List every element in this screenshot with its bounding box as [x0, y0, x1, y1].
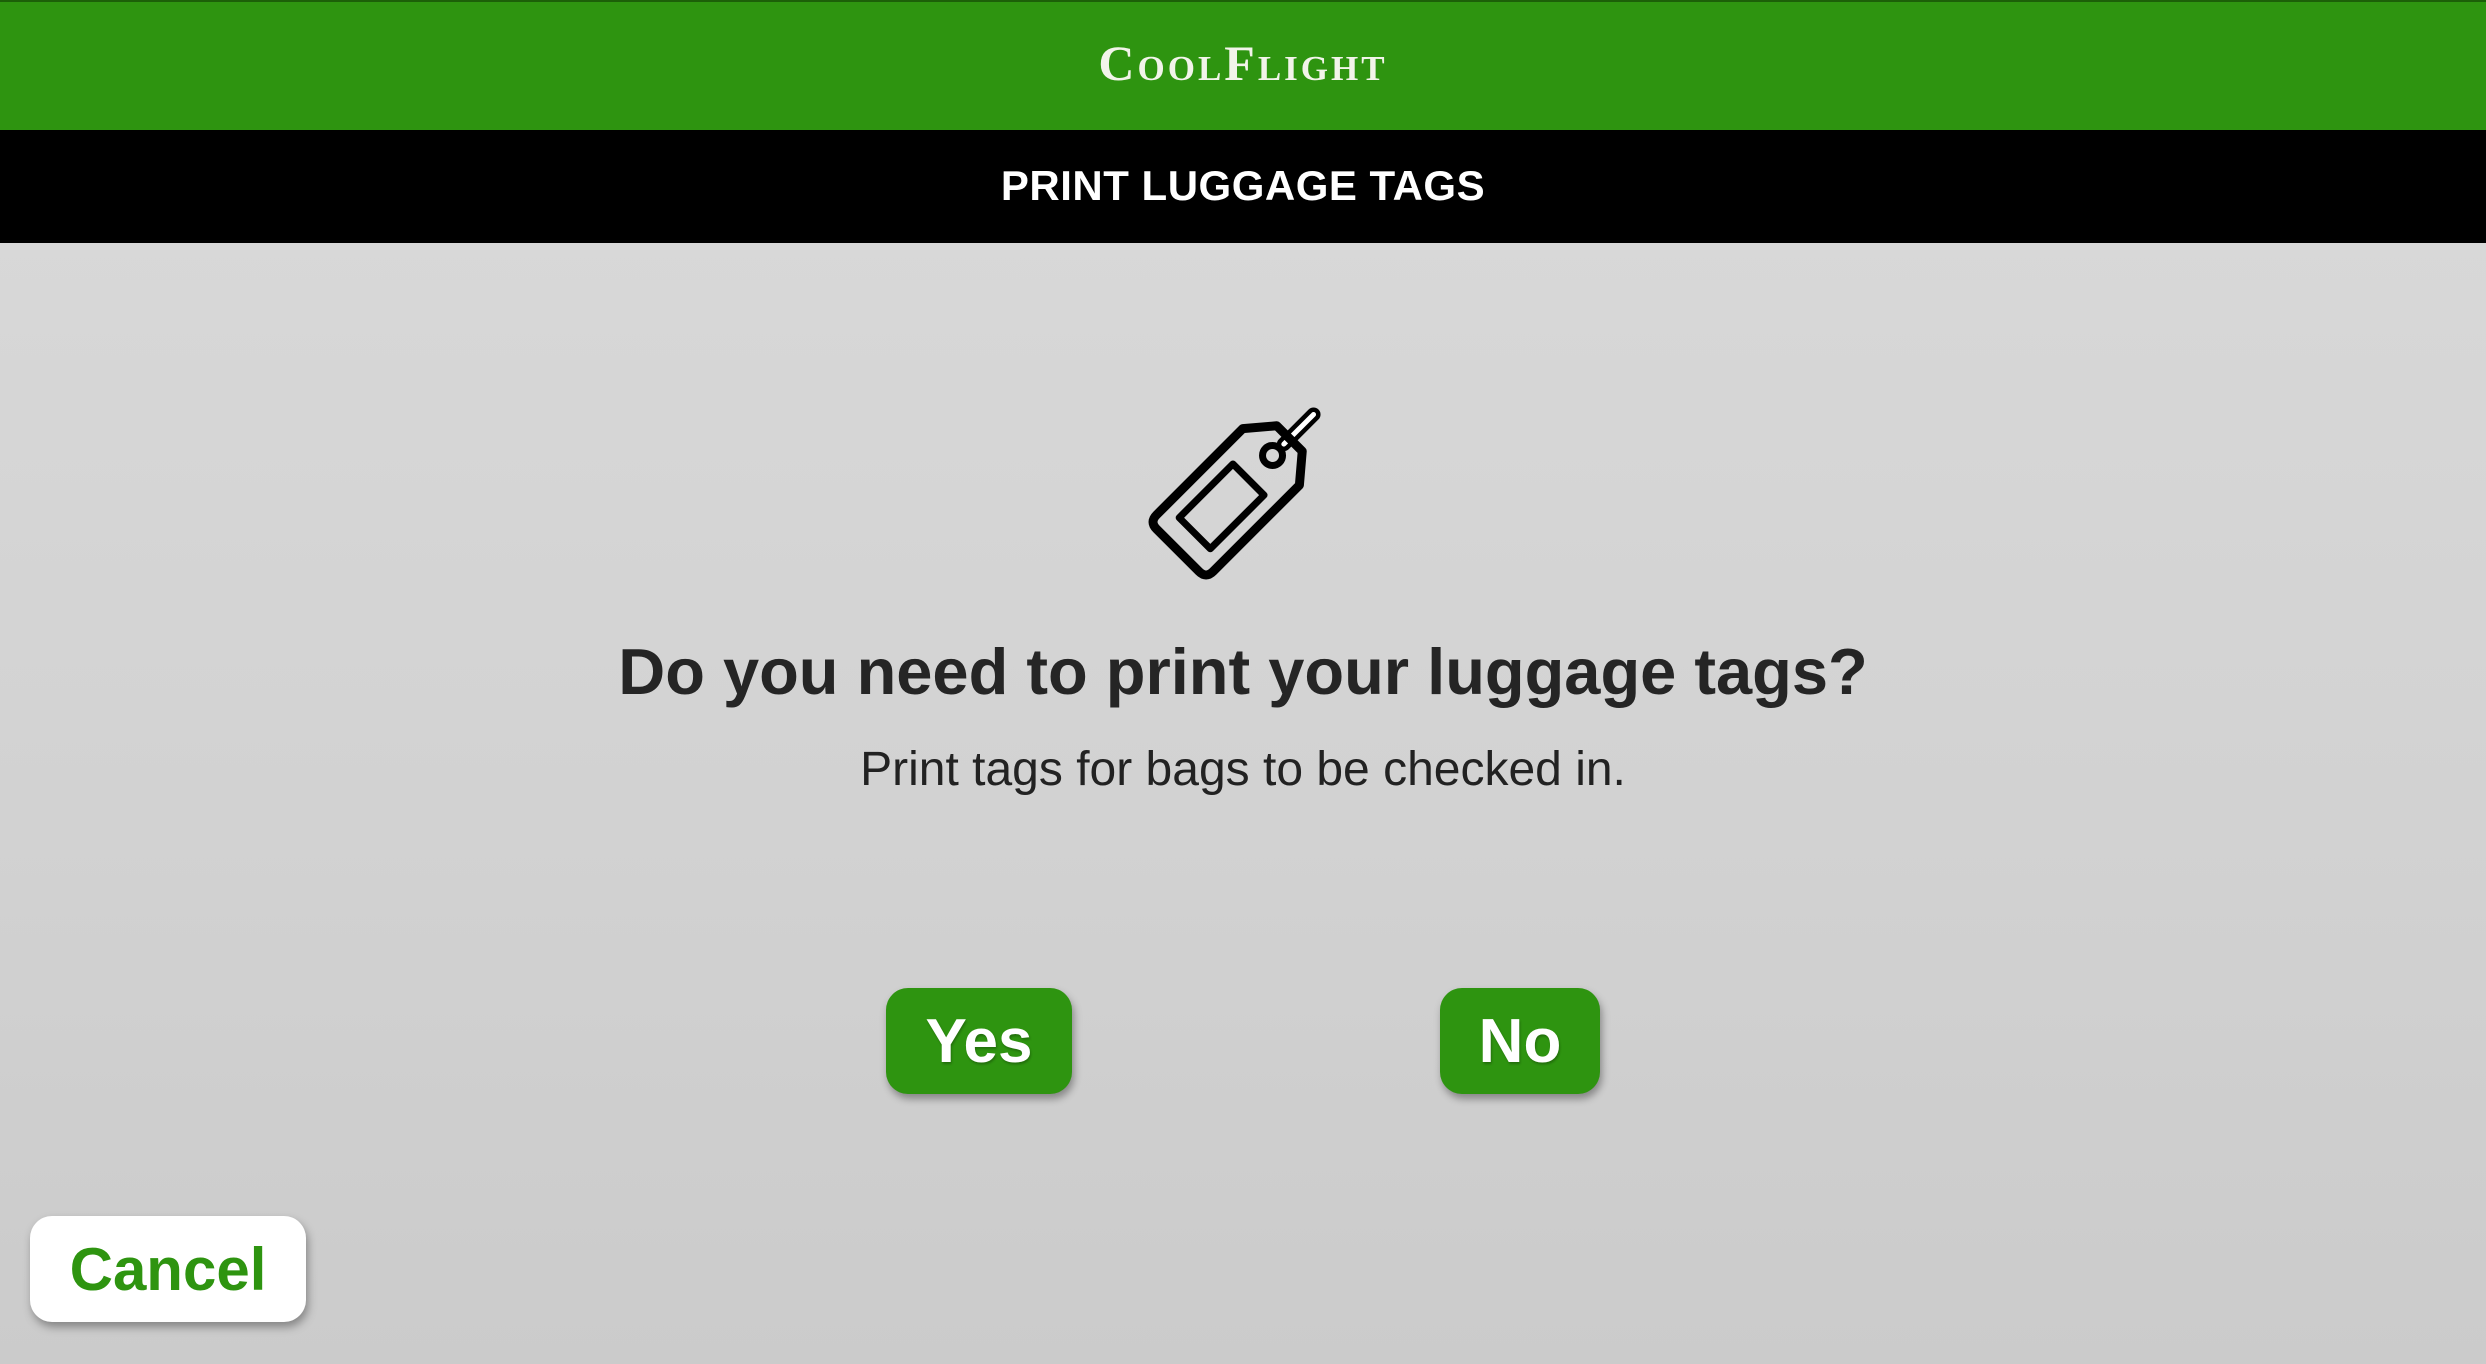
question-subtitle: Print tags for bags to be checked in. — [860, 743, 1626, 796]
question-heading: Do you need to print your luggage tags? — [618, 635, 1868, 708]
yes-button[interactable]: Yes — [886, 988, 1072, 1094]
page-title-bar: PRINT LUGGAGE TAGS — [0, 130, 2486, 243]
no-button[interactable]: No — [1440, 988, 1600, 1094]
brand-logo-text: CoolFlight — [1098, 35, 1388, 91]
luggage-tag-icon — [1148, 407, 1321, 580]
page-title: PRINT LUGGAGE TAGS — [1000, 161, 1486, 209]
cancel-button[interactable]: Cancel — [30, 1216, 306, 1322]
brand-header: CoolFlight — [0, 0, 2486, 130]
